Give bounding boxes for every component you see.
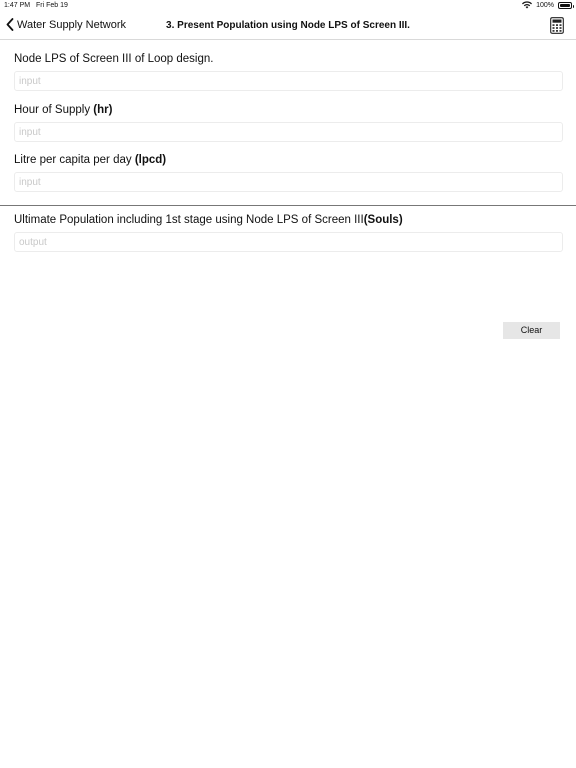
- navigation-bar: Water Supply Network 3. Present Populati…: [0, 12, 576, 40]
- status-indicators: 100%: [522, 1, 574, 9]
- battery-icon: [558, 1, 574, 9]
- page-title: 3. Present Population using Node LPS of …: [166, 20, 410, 31]
- battery-percentage: 100%: [536, 1, 554, 9]
- section-divider: [0, 205, 576, 206]
- status-date: Fri Feb 19: [36, 2, 68, 9]
- lpcd-label: Litre per capita per day (lpcd): [14, 154, 563, 166]
- calculator-icon[interactable]: [550, 17, 564, 34]
- hour-of-supply-unit: (hr): [93, 104, 113, 116]
- lpcd-input[interactable]: input: [14, 172, 563, 192]
- hour-of-supply-label: Hour of Supply (hr): [14, 104, 563, 116]
- clear-button[interactable]: Clear: [503, 322, 560, 339]
- battery-fill: [560, 3, 570, 7]
- node-lps-input[interactable]: input: [14, 71, 563, 91]
- wifi-icon: [522, 1, 533, 9]
- lpcd-field-group: Litre per capita per day (lpcd) input: [14, 154, 563, 192]
- ultimate-population-label-text: Ultimate Population including 1st stage …: [14, 214, 364, 226]
- lpcd-unit: (lpcd): [134, 154, 167, 166]
- lpcd-label-text: Litre per capita per day: [14, 154, 135, 166]
- hour-of-supply-input[interactable]: input: [14, 122, 563, 142]
- ultimate-population-field-group: Ultimate Population including 1st stage …: [14, 214, 563, 252]
- hour-of-supply-field-group: Hour of Supply (hr) input: [14, 104, 563, 142]
- ultimate-population-output: output: [14, 232, 563, 252]
- ultimate-population-label: Ultimate Population including 1st stage …: [14, 214, 563, 226]
- hour-of-supply-label-text: Hour of Supply: [14, 104, 94, 116]
- node-lps-label-text: Node LPS of Screen III of Loop design.: [14, 53, 214, 65]
- node-lps-label: Node LPS of Screen III of Loop design.: [14, 53, 563, 65]
- status-bar: 1:47 PM Fri Feb 19 100%: [0, 0, 576, 12]
- status-time: 1:47 PM: [4, 2, 31, 9]
- ultimate-population-unit: (Souls): [363, 214, 403, 226]
- node-lps-field-group: Node LPS of Screen III of Loop design. i…: [14, 53, 563, 91]
